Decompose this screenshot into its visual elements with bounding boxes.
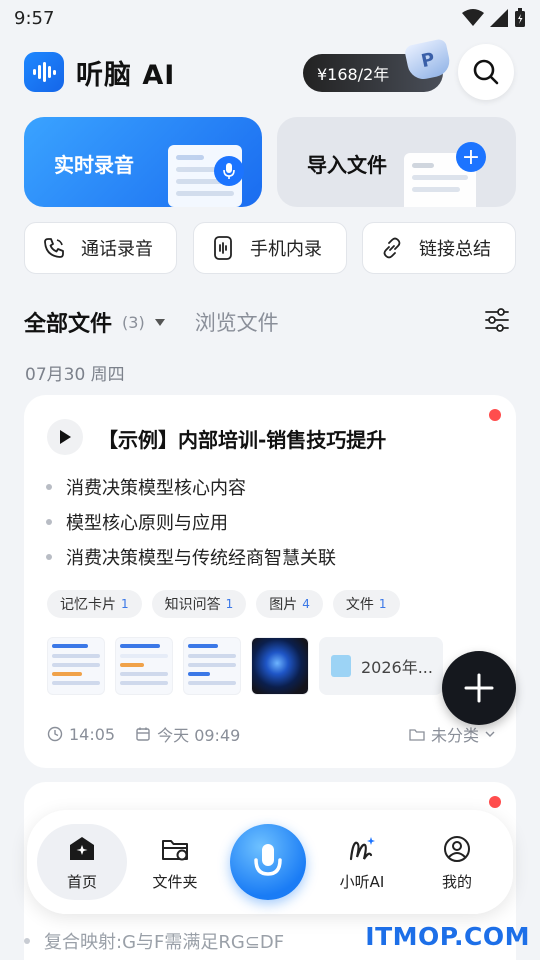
content-tags: 记忆卡片 1 知识问答 1 图片 4 文件 1 [47, 590, 400, 618]
internal-record-label: 手机内录 [250, 239, 322, 260]
tag-knowledge-qa[interactable]: 知识问答 1 [151, 590, 247, 618]
created-time: 今天 09:49 [135, 722, 240, 746]
nav-mine[interactable]: 我的 [412, 824, 502, 900]
vip-badge[interactable]: ¥168/2年 P [303, 38, 453, 92]
tab-browse-files[interactable]: 浏览文件 [195, 307, 279, 337]
plus-icon [464, 673, 494, 703]
image-thumbnail[interactable] [251, 637, 309, 695]
tag-files[interactable]: 文件 1 [332, 590, 400, 618]
nav-folder[interactable]: 文件夹 [130, 824, 220, 900]
profile-icon [443, 833, 471, 865]
app-logo [24, 52, 64, 92]
link-summary-button[interactable]: 链接总结 [362, 222, 516, 274]
status-time: 9:57 [14, 7, 55, 29]
tag-images[interactable]: 图片 4 [256, 590, 323, 618]
add-button[interactable] [442, 651, 516, 725]
internal-record-button[interactable]: 手机内录 [193, 222, 347, 274]
vip-price: ¥168/2年 [317, 65, 390, 84]
chevron-down-icon [485, 731, 495, 737]
watermark: ITMOP.COM [365, 922, 530, 951]
file-card[interactable]: 【示例】内部培训-销售技巧提升 消费决策模型核心内容 模型核心原则与应用 消费决… [24, 395, 516, 768]
list-item: 消费决策模型与传统经商智慧关联 [46, 539, 336, 574]
search-icon [473, 59, 499, 85]
play-icon [60, 430, 71, 444]
search-button[interactable] [458, 44, 514, 100]
app-header: 听脑 AI ¥168/2年 P [24, 38, 516, 100]
clock-icon [47, 726, 63, 742]
tab-all-files[interactable]: 全部文件 [24, 306, 112, 338]
link-icon [379, 235, 405, 261]
calendar-icon [136, 727, 150, 741]
battery-icon [515, 8, 525, 27]
signal-icon [490, 9, 508, 27]
image-thumbnail[interactable] [115, 637, 173, 695]
assistant-icon [347, 833, 377, 865]
bottom-nav: 首页 文件夹 小听AI 我的 [27, 810, 513, 914]
waveform-icon [33, 62, 56, 82]
app-title: 听脑 AI [76, 59, 176, 91]
phone-audio-icon [210, 235, 236, 261]
mic-icon [214, 156, 244, 186]
chevron-down-icon[interactable] [154, 318, 165, 326]
mic-icon [254, 844, 282, 876]
date-header: 07月30 周四 [25, 365, 125, 385]
duration: 14:05 [47, 725, 115, 744]
unread-dot [489, 796, 501, 808]
vip-medal-icon: P [403, 38, 453, 82]
nav-home[interactable]: 首页 [37, 824, 127, 900]
plus-icon: + [456, 142, 486, 172]
record-mic-button[interactable] [230, 824, 306, 900]
image-thumbnail[interactable] [183, 637, 241, 695]
home-icon [67, 833, 97, 865]
play-button[interactable] [47, 419, 83, 455]
import-file-card[interactable]: 导入文件 + [277, 117, 516, 207]
attachment-thumbnails: 2026年... [47, 637, 443, 695]
category-dropdown[interactable]: 未分类 [409, 722, 497, 746]
sliders-icon [485, 308, 509, 332]
nav-assistant[interactable]: 小听AI [317, 824, 407, 900]
list-item: 模型核心原则与应用 [46, 504, 336, 539]
call-record-label: 通话录音 [81, 239, 153, 260]
folder-icon [161, 833, 189, 865]
call-record-button[interactable]: 通话录音 [24, 222, 177, 274]
file-meta: 14:05 今天 09:49 未分类 [47, 722, 497, 746]
document-icon [331, 655, 351, 677]
status-bar: 9:57 [0, 0, 540, 36]
tag-memory-cards[interactable]: 记忆卡片 1 [47, 590, 142, 618]
file-tabs: 全部文件 (3) 浏览文件 [24, 300, 516, 344]
file-count: (3) [122, 312, 145, 332]
summary-bullets: 消费决策模型核心内容 模型核心原则与应用 消费决策模型与传统经商智慧关联 [46, 469, 336, 574]
phone-icon [41, 235, 67, 261]
file-attachment-name: 2026年... [361, 658, 433, 677]
realtime-record-card[interactable]: 实时录音 [24, 117, 262, 207]
import-file-label: 导入文件 [307, 153, 387, 177]
file-title: 【示例】内部培训-销售技巧提升 [98, 428, 387, 452]
folder-icon [409, 729, 425, 741]
status-icons [462, 8, 526, 28]
list-item: 消费决策模型核心内容 [46, 469, 336, 504]
unread-dot [489, 409, 501, 421]
image-thumbnail[interactable] [47, 637, 105, 695]
wifi-icon [462, 9, 484, 26]
filter-button[interactable] [484, 308, 510, 336]
file-attachment[interactable]: 2026年... [319, 637, 443, 695]
link-summary-label: 链接总结 [419, 239, 491, 260]
realtime-record-label: 实时录音 [54, 153, 134, 177]
list-item: 复合映射:G与F需满足RG⊆DF [24, 928, 284, 954]
